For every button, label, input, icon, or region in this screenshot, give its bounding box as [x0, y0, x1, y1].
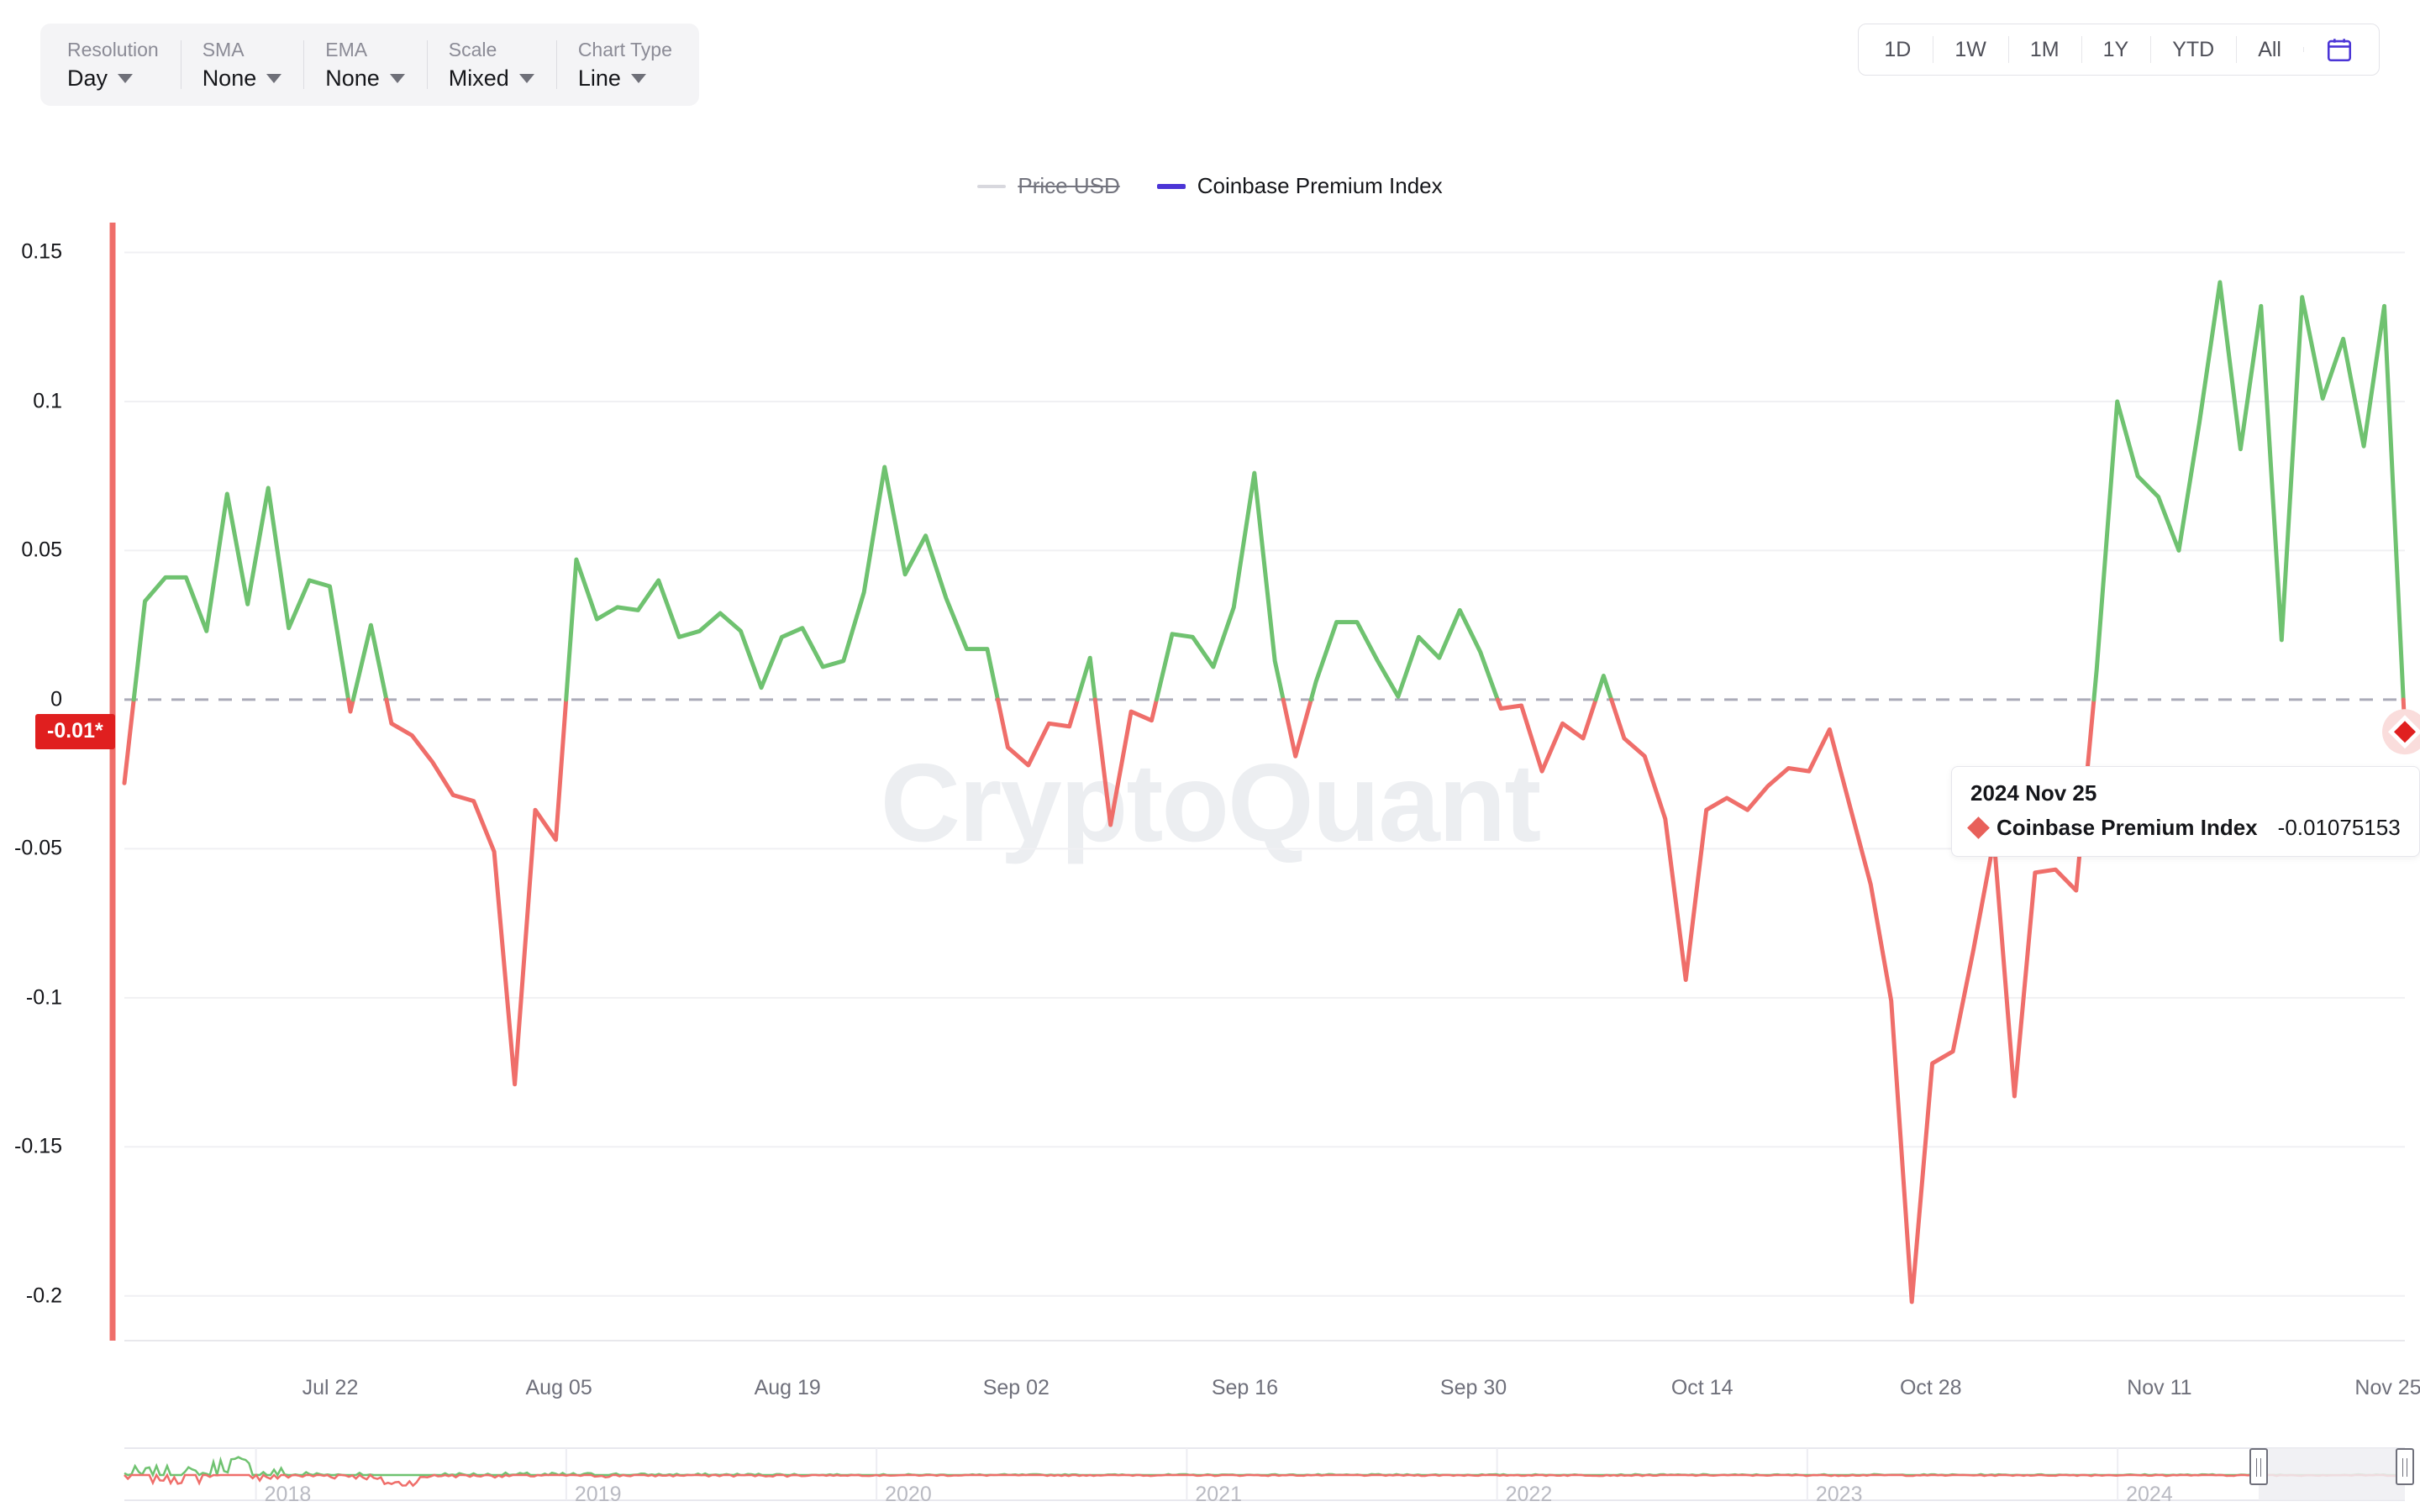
current-value-badge: -0.01*	[35, 714, 115, 749]
x-axis-tick-label: Nov 11	[2127, 1376, 2191, 1400]
tooltip-series-name: Coinbase Premium Index	[1996, 815, 2258, 841]
x-axis-tick-label: Oct 28	[1900, 1376, 1962, 1400]
y-axis-tick-label: 0	[50, 687, 62, 711]
x-axis-tick-label: Jul 22	[302, 1376, 359, 1400]
navigator-year-label: 2022	[1506, 1483, 1553, 1507]
chart-tooltip: 2024 Nov 25 Coinbase Premium Index -0.01…	[1951, 766, 2420, 857]
navigator-year-label: 2019	[575, 1483, 622, 1507]
y-axis-tick-label: 0.15	[21, 240, 62, 265]
navigator-year-label: 2021	[1195, 1483, 1242, 1507]
x-axis-tick-label: Sep 30	[1440, 1376, 1507, 1400]
y-axis-tick-label: -0.15	[14, 1135, 62, 1159]
tooltip-date: 2024 Nov 25	[1970, 780, 2401, 806]
y-axis-tick-label: -0.2	[26, 1284, 62, 1308]
y-axis-tick-label: 0.1	[33, 389, 62, 413]
navigator-year-label: 2023	[1816, 1483, 1863, 1507]
chart-navigator[interactable]: 2018 2019 2020 2021 2022 2023 2024	[0, 1420, 2420, 1512]
chart-page: Resolution Day SMA None EMA None Scale M…	[0, 0, 2420, 1512]
diamond-marker-icon	[1967, 816, 1990, 839]
tooltip-series-value: -0.01075153	[2278, 815, 2401, 841]
chart-plot-area[interactable]: 0.15 0.1 0.05 0 -0.05 -0.1 -0.15 -0.2 Jul 22 Aug…	[0, 0, 2420, 1512]
x-axis-tick-label: Sep 02	[983, 1376, 1050, 1400]
nav-handle-left[interactable]	[2249, 1448, 2268, 1485]
x-axis-tick-label: Aug 19	[755, 1376, 821, 1400]
x-axis-tick-label: Oct 14	[1671, 1376, 1733, 1400]
x-axis-tick-label: Sep 16	[1212, 1376, 1278, 1400]
y-axis-tick-label: -0.05	[14, 837, 62, 861]
nav-handle-right[interactable]	[2396, 1448, 2414, 1485]
navigator-year-label: 2024	[2126, 1483, 2173, 1507]
x-axis-tick-label: Aug 05	[525, 1376, 592, 1400]
y-axis-tick-label: 0.05	[21, 538, 62, 563]
y-axis-tick-label: -0.1	[26, 985, 62, 1010]
x-axis-tick-label: Nov 25	[2354, 1376, 2420, 1400]
navigator-year-label: 2018	[265, 1483, 312, 1507]
chart-svg	[0, 0, 2420, 1512]
navigator-year-label: 2020	[885, 1483, 932, 1507]
